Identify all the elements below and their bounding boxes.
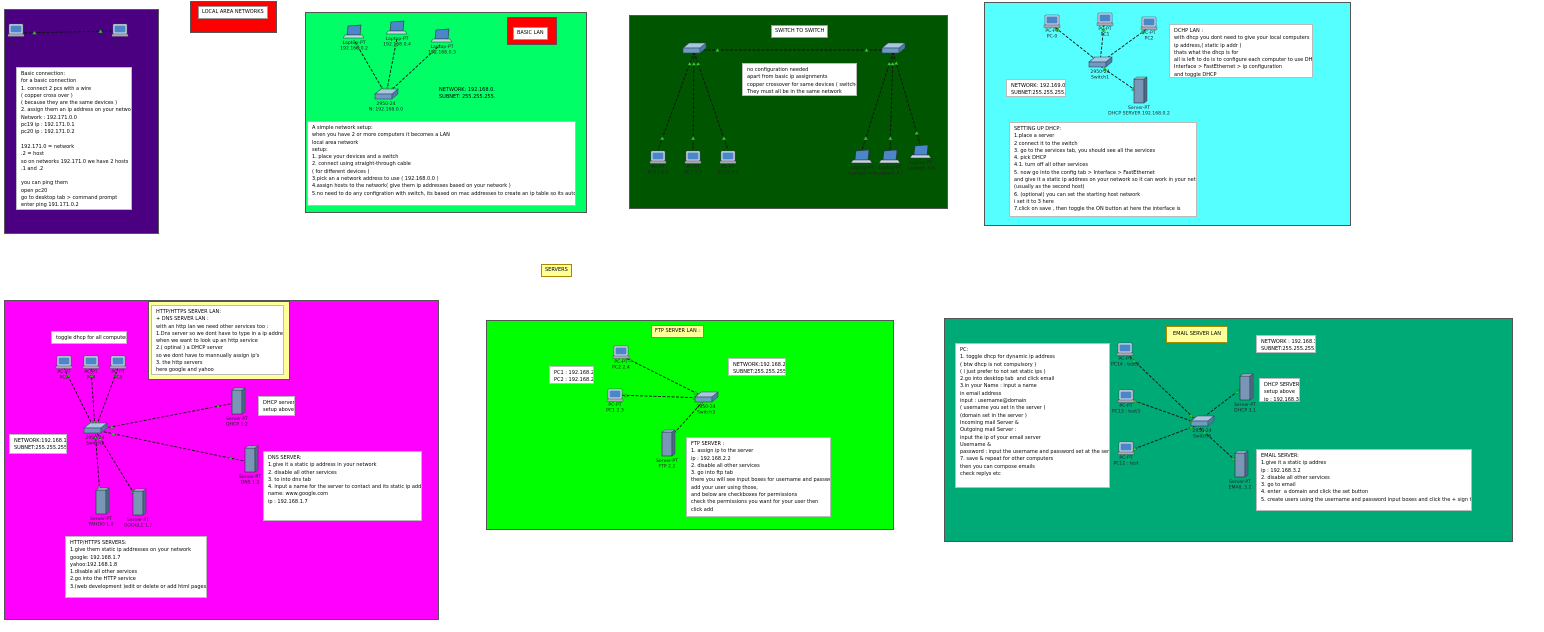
- servers-network-info: NETWORK:192.168.1.0 SUBNET:255.255.255.0: [9, 434, 67, 454]
- dhcp-description: DCHP LAN : with dhcp you dont need to gi…: [1169, 24, 1313, 78]
- zone-switch-to-switch[interactable]: [629, 15, 948, 209]
- email-dhcp-note: DHCP SERVER; setup above ip : 192.168.3.…: [1259, 378, 1300, 402]
- dns-server-note: DNS SERVER: 1.give it a static ip addres…: [263, 451, 422, 521]
- ftp-network-info: NETWORK:192.168.2.0 SUBNET:255.255.255.0: [728, 358, 786, 376]
- dhcp-network-info: NETWORK: 192.169.0.0 SUBNET:255.255.255.…: [1006, 79, 1066, 97]
- local-area-networks-title[interactable]: LOCAL AREA NETWORKS: [198, 6, 268, 19]
- basic-lan-title[interactable]: BASIC LAN: [513, 27, 548, 40]
- email-network-info: NETWORK : 192.168.3.0 SUBNET:255.255.255…: [1256, 335, 1316, 353]
- dhcp-setup-note: SETTING UP DHCP: 1.place a server 2 conn…: [1009, 122, 1197, 217]
- basic-connection-note: Basic connection: for a basic connection…: [16, 67, 132, 210]
- toggle-dhcp-note: toggle dhcp for all computers: [51, 331, 127, 344]
- http-info-box: HTTP/HTTPS SERVER LAN: + DNS SERVER LAN …: [151, 305, 284, 375]
- ftp-server-lan-title[interactable]: FTP SERVER LAN :: [651, 325, 704, 338]
- email-server-lan-title[interactable]: EMAIL SERVER LAN: [1166, 326, 1228, 343]
- email-server-note: EMAIL SERVER: 1.give it a static ip addr…: [1256, 449, 1472, 511]
- ftp-pc-ips: PC1 : 192.168.2.3 PC2 : 192.168.2.4: [549, 366, 594, 384]
- switch-to-switch-title[interactable]: SWITCH TO SWITCH: [771, 25, 829, 38]
- email-pc-note: PC: 1. toggle dhcp for dynamic ip addres…: [955, 343, 1110, 488]
- ftp-server-note: FTP SERVER : 1. assign ip to the server …: [686, 437, 831, 517]
- http-servers-note: HTTP/HTTPS SERVERS: 1.give them static i…: [65, 536, 207, 598]
- basic-lan-note: A simple network setup: when you have 2 …: [307, 121, 576, 206]
- servers-title[interactable]: SERVERS: [541, 264, 572, 277]
- basic-lan-network-info: NETWORK: 192.168.0.0 SUBNET: 255.255.255…: [435, 84, 495, 104]
- dhcp-server-note: DHCP server: setup above: [258, 396, 295, 416]
- switch-to-switch-note: no configuration needed apart from basic…: [742, 63, 857, 96]
